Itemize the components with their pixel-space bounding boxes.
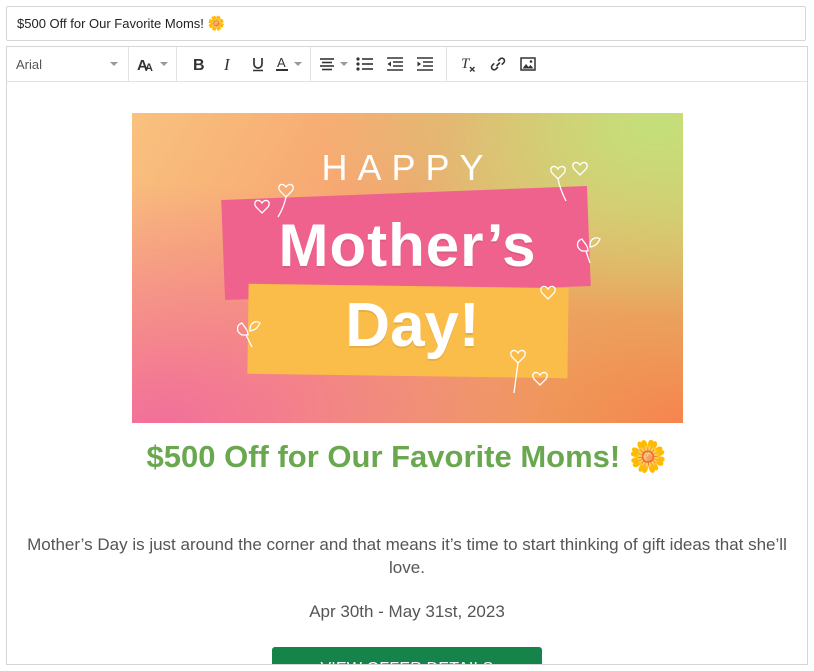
chevron-down-icon [110, 62, 118, 66]
mothers-day-banner-image: HAPPY Mother’s Day! [132, 113, 683, 423]
align-center-icon [320, 58, 334, 71]
headline-text: $500 Off for Our Favorite Moms! [146, 439, 621, 474]
tulip-icon [576, 237, 601, 264]
email-headline: $500 Off for Our Favorite Moms! 🌼 [7, 438, 807, 475]
outdent-button[interactable] [382, 52, 408, 76]
view-offer-details-button[interactable]: VIEW OFFER DETAILS [272, 647, 542, 664]
svg-text:T: T [461, 56, 471, 72]
offer-dates: Apr 30th - May 31st, 2023 [309, 602, 505, 621]
chevron-down-icon [294, 62, 302, 66]
clear-formatting-button[interactable]: T [455, 52, 481, 76]
email-body-text: Mother’s Day is just around the corner a… [27, 535, 787, 577]
heart-balloons-icon [550, 161, 588, 202]
flower-emoji: 🌼 [207, 15, 226, 31]
align-button[interactable] [319, 52, 348, 76]
heart-balloon-icon [540, 285, 556, 300]
font-family-select[interactable]: Arial [7, 47, 129, 81]
email-body[interactable]: HAPPY Mother’s Day! $500 Off for Our Fav… [7, 82, 807, 664]
underline-button[interactable] [245, 52, 271, 76]
banner-happy-text: HAPPY [321, 147, 494, 188]
font-size-button[interactable]: AA [137, 52, 168, 76]
chevron-down-icon [160, 62, 168, 66]
font-size-icon: AA [137, 57, 153, 72]
italic-button[interactable]: I [215, 52, 241, 76]
bold-button[interactable]: B [185, 52, 211, 76]
insert-link-button[interactable] [485, 52, 511, 76]
heart-balloons-icon [254, 183, 294, 218]
text-color-icon: A [276, 56, 288, 71]
tulip-icon [236, 321, 261, 348]
outdent-icon [387, 57, 403, 71]
chevron-down-icon [340, 62, 348, 66]
heart-balloons-icon [510, 349, 548, 394]
image-icon [520, 57, 536, 71]
bulleted-list-button[interactable] [352, 52, 378, 76]
bold-icon: B [193, 57, 205, 72]
formatting-toolbar: Arial AA B I A T [7, 47, 807, 82]
svg-text:I: I [223, 56, 231, 72]
text-color-button[interactable]: A [275, 52, 302, 76]
italic-icon: I [223, 56, 231, 72]
indent-button[interactable] [412, 52, 438, 76]
svg-text:A: A [145, 62, 153, 72]
link-icon [490, 57, 506, 71]
font-family-value: Arial [16, 56, 43, 72]
banner-day-text: Day! [345, 291, 480, 360]
bulleted-list-icon [356, 57, 373, 71]
clear-formatting-icon: T [461, 56, 475, 72]
insert-image-button[interactable] [515, 52, 541, 76]
underline-icon [253, 58, 263, 72]
flower-emoji: 🌼 [628, 439, 668, 474]
indent-icon [417, 57, 433, 71]
subject-input[interactable]: $500 Off for Our Favorite Moms! 🌼 [6, 6, 806, 41]
svg-text:A: A [277, 56, 286, 70]
email-editor[interactable]: Arial AA B I A T HAPPY Mother’s Day! $50… [6, 46, 808, 665]
svg-text:B: B [193, 57, 205, 72]
subject-text: $500 Off for Our Favorite Moms! [17, 16, 204, 31]
